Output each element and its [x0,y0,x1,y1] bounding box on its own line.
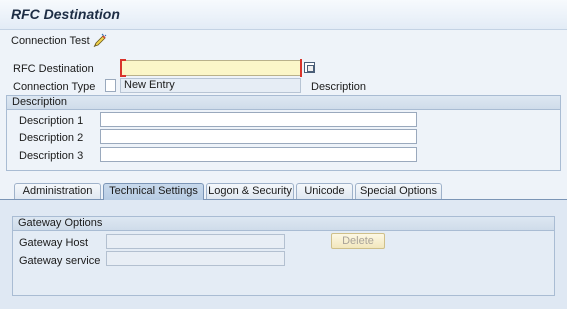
application-toolbar: Connection Test [0,30,567,54]
description-label: Description [311,81,367,93]
tab-strip: Administration Technical Settings Logon … [14,183,444,200]
tab-special-options[interactable]: Special Options [355,183,442,199]
connection-type-label: Connection Type [13,81,96,93]
connection-type-description: New Entry [120,78,301,93]
tab-unicode[interactable]: Unicode [296,183,353,199]
page-title: RFC Destination [11,6,120,22]
tab-administration[interactable]: Administration [14,183,101,199]
description-2-input[interactable] [100,129,417,144]
tab-technical-settings[interactable]: Technical Settings [103,183,204,200]
description-group-title: Description [7,96,560,110]
description-3-label: Description 3 [19,150,84,162]
gateway-options-title: Gateway Options [13,217,554,231]
delete-button[interactable]: Delete [331,233,385,249]
gateway-service-input[interactable] [106,251,285,266]
gateway-service-label: Gateway service [19,255,101,267]
connection-type-field[interactable] [105,79,116,92]
description-1-input[interactable] [100,112,417,127]
tab-logon-security[interactable]: Logon & Security [206,183,294,199]
value-help-icon[interactable] [304,62,315,73]
rfc-destination-label: RFC Destination [13,63,94,75]
gateway-host-label: Gateway Host [19,237,89,249]
pencil-icon[interactable] [92,33,108,49]
description-2-label: Description 2 [19,132,84,144]
description-1-label: Description 1 [19,115,84,127]
gateway-host-input[interactable] [106,234,285,249]
title-bar: RFC Destination [0,0,567,30]
rfc-destination-input[interactable] [121,60,301,76]
connection-test-button[interactable]: Connection Test [11,35,90,47]
description-3-input[interactable] [100,147,417,162]
